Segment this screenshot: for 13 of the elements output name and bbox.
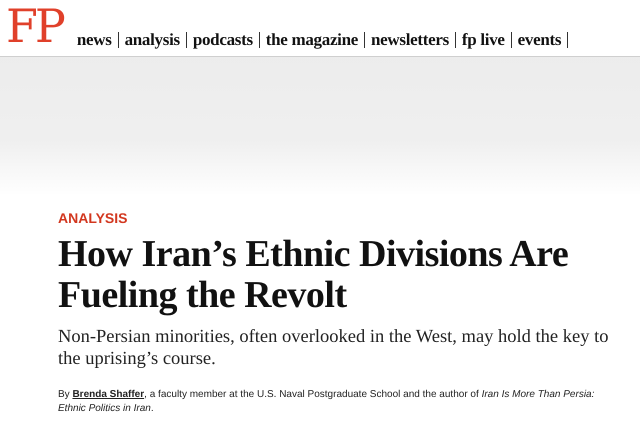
- byline: By Brenda Shaffer, a faculty member at the U.S. Naval Postgraduate School and the author of Iran Is More Than Persia: Ethnic Politics in Iran.: [58, 388, 596, 416]
- author-link[interactable]: Brenda Shaffer: [72, 389, 144, 400]
- nav-link[interactable]: news: [76, 32, 119, 48]
- nav-link[interactable]: events: [512, 32, 568, 48]
- section-label[interactable]: ANALYSIS: [58, 210, 610, 226]
- nav-link[interactable]: analysis: [118, 32, 187, 48]
- nav-link[interactable]: newsletters: [365, 32, 456, 48]
- headline: How Iran’s Ethnic Divisions Are Fueling the Revolt: [58, 234, 570, 316]
- nav-link[interactable]: fp live: [456, 32, 512, 48]
- subheadline: Non-Persian minorities, often overlooked in the West, may hold the key to the uprising’s course.: [58, 326, 610, 370]
- nav-link[interactable]: the magazine: [260, 32, 366, 48]
- logo[interactable]: FP: [6, 2, 63, 50]
- nav-link[interactable]: podcasts: [186, 32, 260, 48]
